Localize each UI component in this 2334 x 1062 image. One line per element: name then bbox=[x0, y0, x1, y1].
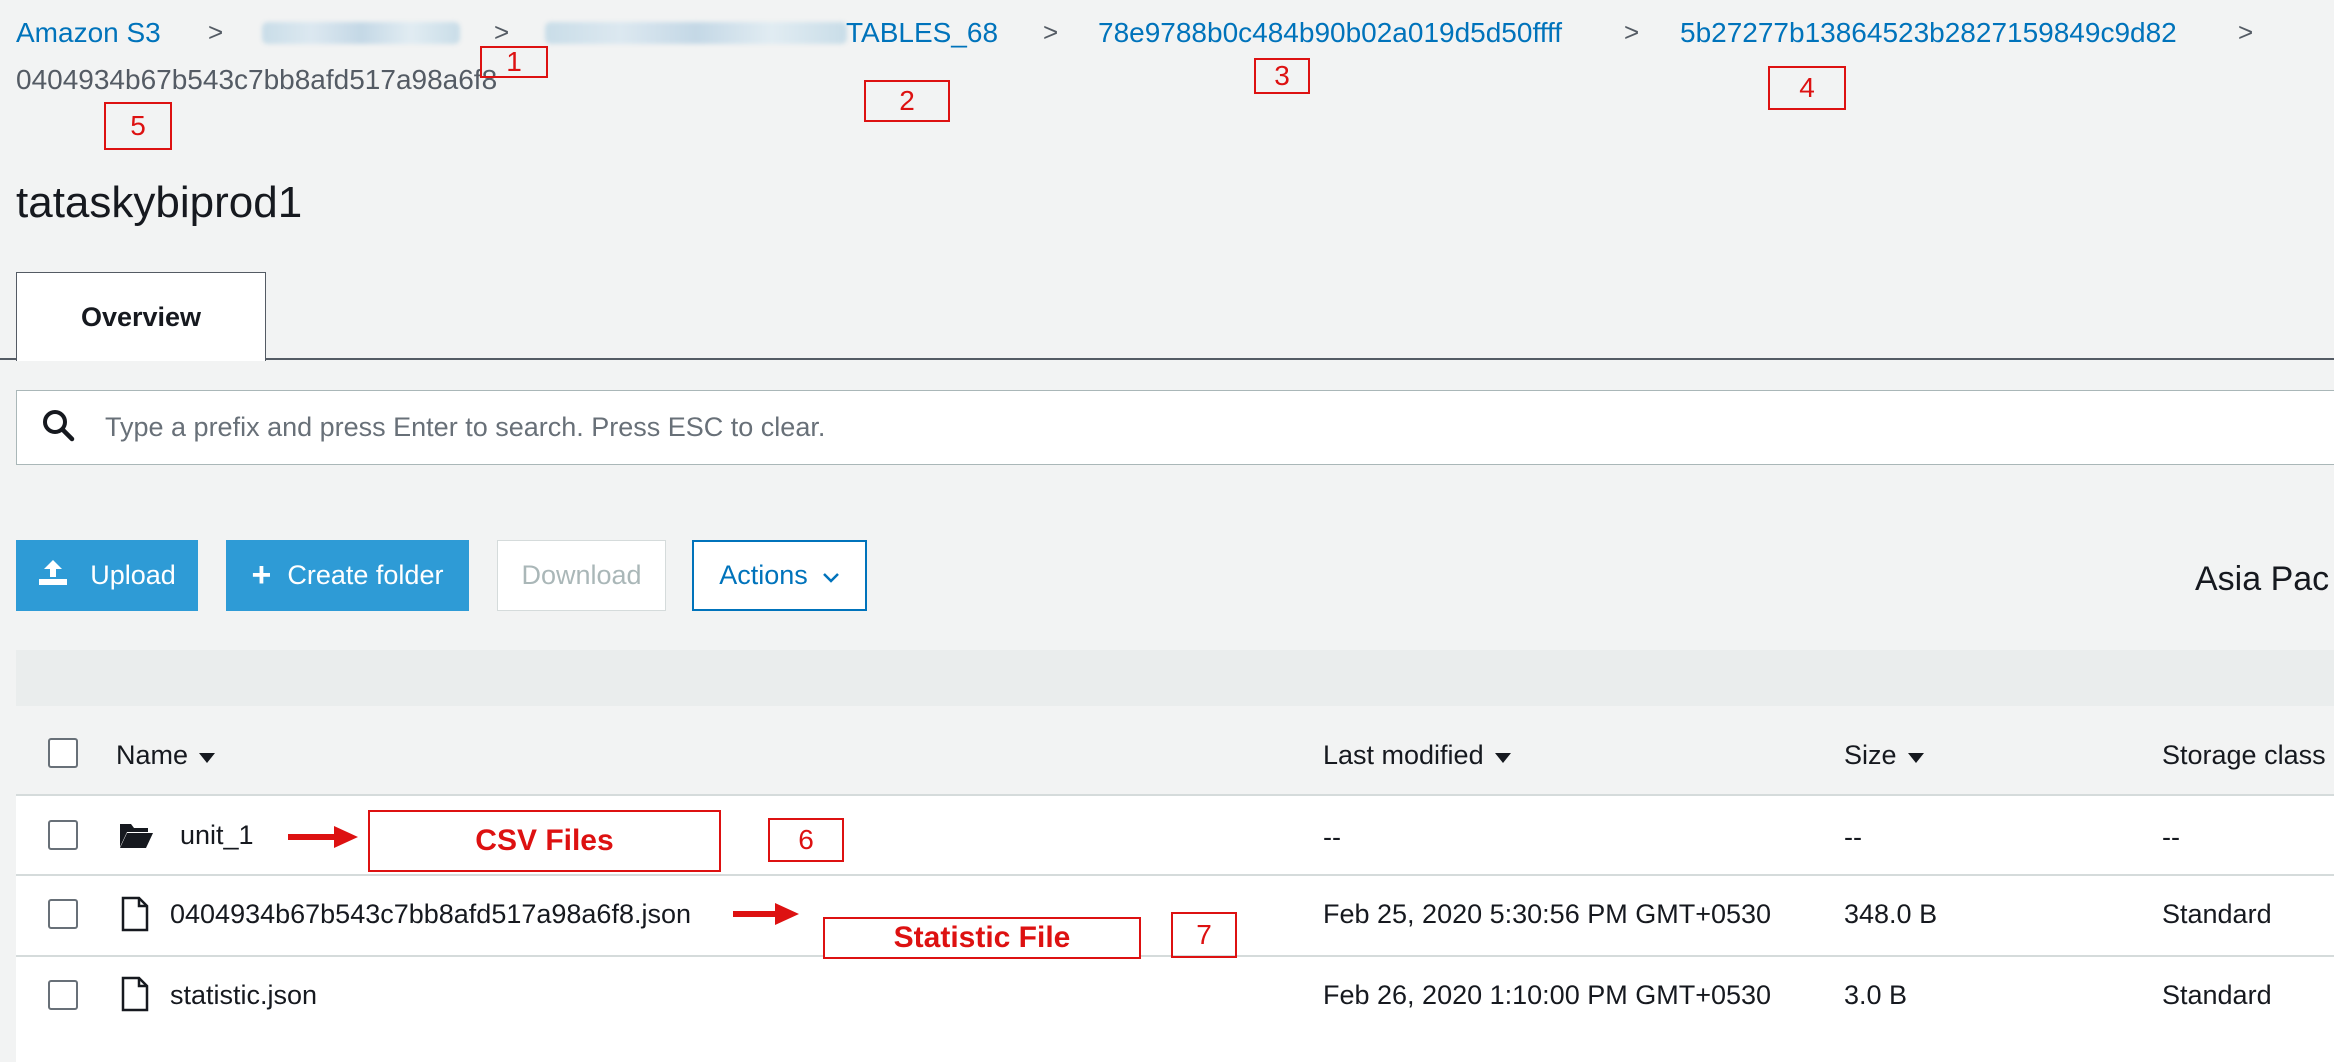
sort-caret-icon bbox=[1907, 740, 1925, 771]
column-header-name[interactable]: Name bbox=[116, 738, 216, 772]
breadcrumb-redacted-bucket[interactable] bbox=[262, 22, 460, 44]
file-icon bbox=[120, 896, 150, 937]
download-button-label: Download bbox=[521, 560, 642, 590]
breadcrumb-separator: > bbox=[208, 17, 224, 47]
create-folder-button-label: Create folder bbox=[287, 560, 444, 590]
breadcrumb-separator: > bbox=[1043, 17, 1059, 47]
cell-last-modified: -- bbox=[1323, 822, 1341, 852]
object-name-link[interactable]: 0404934b67b543c7bb8afd517a98a6f8.json bbox=[170, 899, 691, 930]
upload-button[interactable]: Upload bbox=[16, 540, 198, 611]
upload-button-label: Upload bbox=[90, 560, 176, 590]
cell-last-modified: Feb 26, 2020 1:10:00 PM GMT+0530 bbox=[1323, 980, 1772, 1010]
cell-size: -- bbox=[1844, 822, 1862, 852]
annotation-arrow-icon bbox=[288, 826, 358, 848]
row-divider bbox=[16, 874, 2334, 876]
cell-storage-class: Standard bbox=[2162, 899, 2272, 929]
breadcrumb-tables-folder[interactable]: TABLES_68 bbox=[846, 17, 998, 49]
column-header-storage-class[interactable]: Storage class bbox=[2162, 738, 2326, 772]
tab-underline bbox=[266, 358, 2334, 360]
annotation-number-1: 1 bbox=[480, 46, 548, 78]
tab-overview-label: Overview bbox=[80, 301, 202, 332]
sort-caret-icon bbox=[1494, 740, 1512, 771]
annotation-number-2: 2 bbox=[864, 80, 950, 122]
chevron-down-icon bbox=[822, 560, 840, 591]
cell-last-modified: Feb 25, 2020 5:30:56 PM GMT+0530 bbox=[1323, 899, 1772, 929]
column-header-storage-class-label: Storage class bbox=[2162, 739, 2326, 770]
annotation-statistic-file: Statistic File bbox=[823, 917, 1141, 959]
annotation-number-7: 7 bbox=[1171, 912, 1237, 958]
object-name-link[interactable]: statistic.json bbox=[170, 980, 317, 1011]
annotation-csv-files: CSV Files bbox=[368, 810, 721, 872]
breadcrumb-folder-a[interactable]: 78e9788b0c484b90b02a019d5d50ffff bbox=[1098, 17, 1562, 49]
download-button[interactable]: Download bbox=[497, 540, 666, 611]
page-title: tataskybiprod1 bbox=[16, 178, 303, 227]
breadcrumb-separator: > bbox=[2238, 17, 2254, 47]
actions-button[interactable]: Actions bbox=[692, 540, 867, 611]
sort-caret-icon bbox=[198, 740, 216, 771]
cell-size: 3.0 B bbox=[1844, 980, 1908, 1010]
plus-icon: + bbox=[251, 556, 272, 594]
cell-size: 348.0 B bbox=[1844, 899, 1938, 929]
search-box[interactable] bbox=[16, 390, 2334, 465]
object-name-link[interactable]: unit_1 bbox=[180, 820, 254, 851]
annotation-number-3: 3 bbox=[1254, 58, 1310, 94]
annotation-number-4: 4 bbox=[1768, 66, 1846, 110]
row-checkbox[interactable] bbox=[48, 980, 78, 1010]
breadcrumb-separator: > bbox=[1624, 17, 1640, 47]
annotation-number-6: 6 bbox=[768, 818, 844, 862]
column-header-size[interactable]: Size bbox=[1844, 738, 1925, 772]
table-header bbox=[16, 716, 2334, 796]
breadcrumb-amazon-s3[interactable]: Amazon S3 bbox=[16, 17, 161, 49]
upload-icon bbox=[38, 558, 68, 593]
region-label: Asia Pac bbox=[2195, 560, 2330, 598]
breadcrumb-current: 0404934b67b543c7bb8afd517a98a6f8 bbox=[16, 64, 498, 95]
column-header-size-label: Size bbox=[1844, 739, 1897, 770]
cell-storage-class: Standard bbox=[2162, 980, 2272, 1010]
info-bar bbox=[16, 650, 2334, 706]
tab-underline bbox=[0, 358, 16, 360]
breadcrumb-redacted-folder[interactable] bbox=[545, 22, 847, 44]
search-input[interactable] bbox=[105, 412, 2334, 443]
file-icon bbox=[120, 976, 150, 1017]
actions-button-label: Actions bbox=[719, 560, 808, 590]
row-checkbox[interactable] bbox=[48, 820, 78, 850]
column-header-last-modified[interactable]: Last modified bbox=[1323, 738, 1512, 772]
annotation-number-5: 5 bbox=[104, 102, 172, 150]
folder-icon bbox=[118, 820, 154, 855]
create-folder-button[interactable]: + Create folder bbox=[226, 540, 469, 611]
breadcrumb-folder-b[interactable]: 5b27277b13864523b2827159849c9d82 bbox=[1680, 17, 2177, 49]
select-all-checkbox[interactable] bbox=[48, 738, 78, 768]
cell-storage-class: -- bbox=[2162, 822, 2180, 852]
search-icon bbox=[41, 408, 75, 447]
annotation-arrow-icon bbox=[733, 903, 799, 925]
column-header-last-modified-label: Last modified bbox=[1323, 739, 1484, 770]
breadcrumb-separator: > bbox=[494, 17, 510, 47]
column-header-name-label: Name bbox=[116, 739, 189, 770]
row-checkbox[interactable] bbox=[48, 899, 78, 929]
tab-overview[interactable]: Overview bbox=[16, 272, 266, 361]
